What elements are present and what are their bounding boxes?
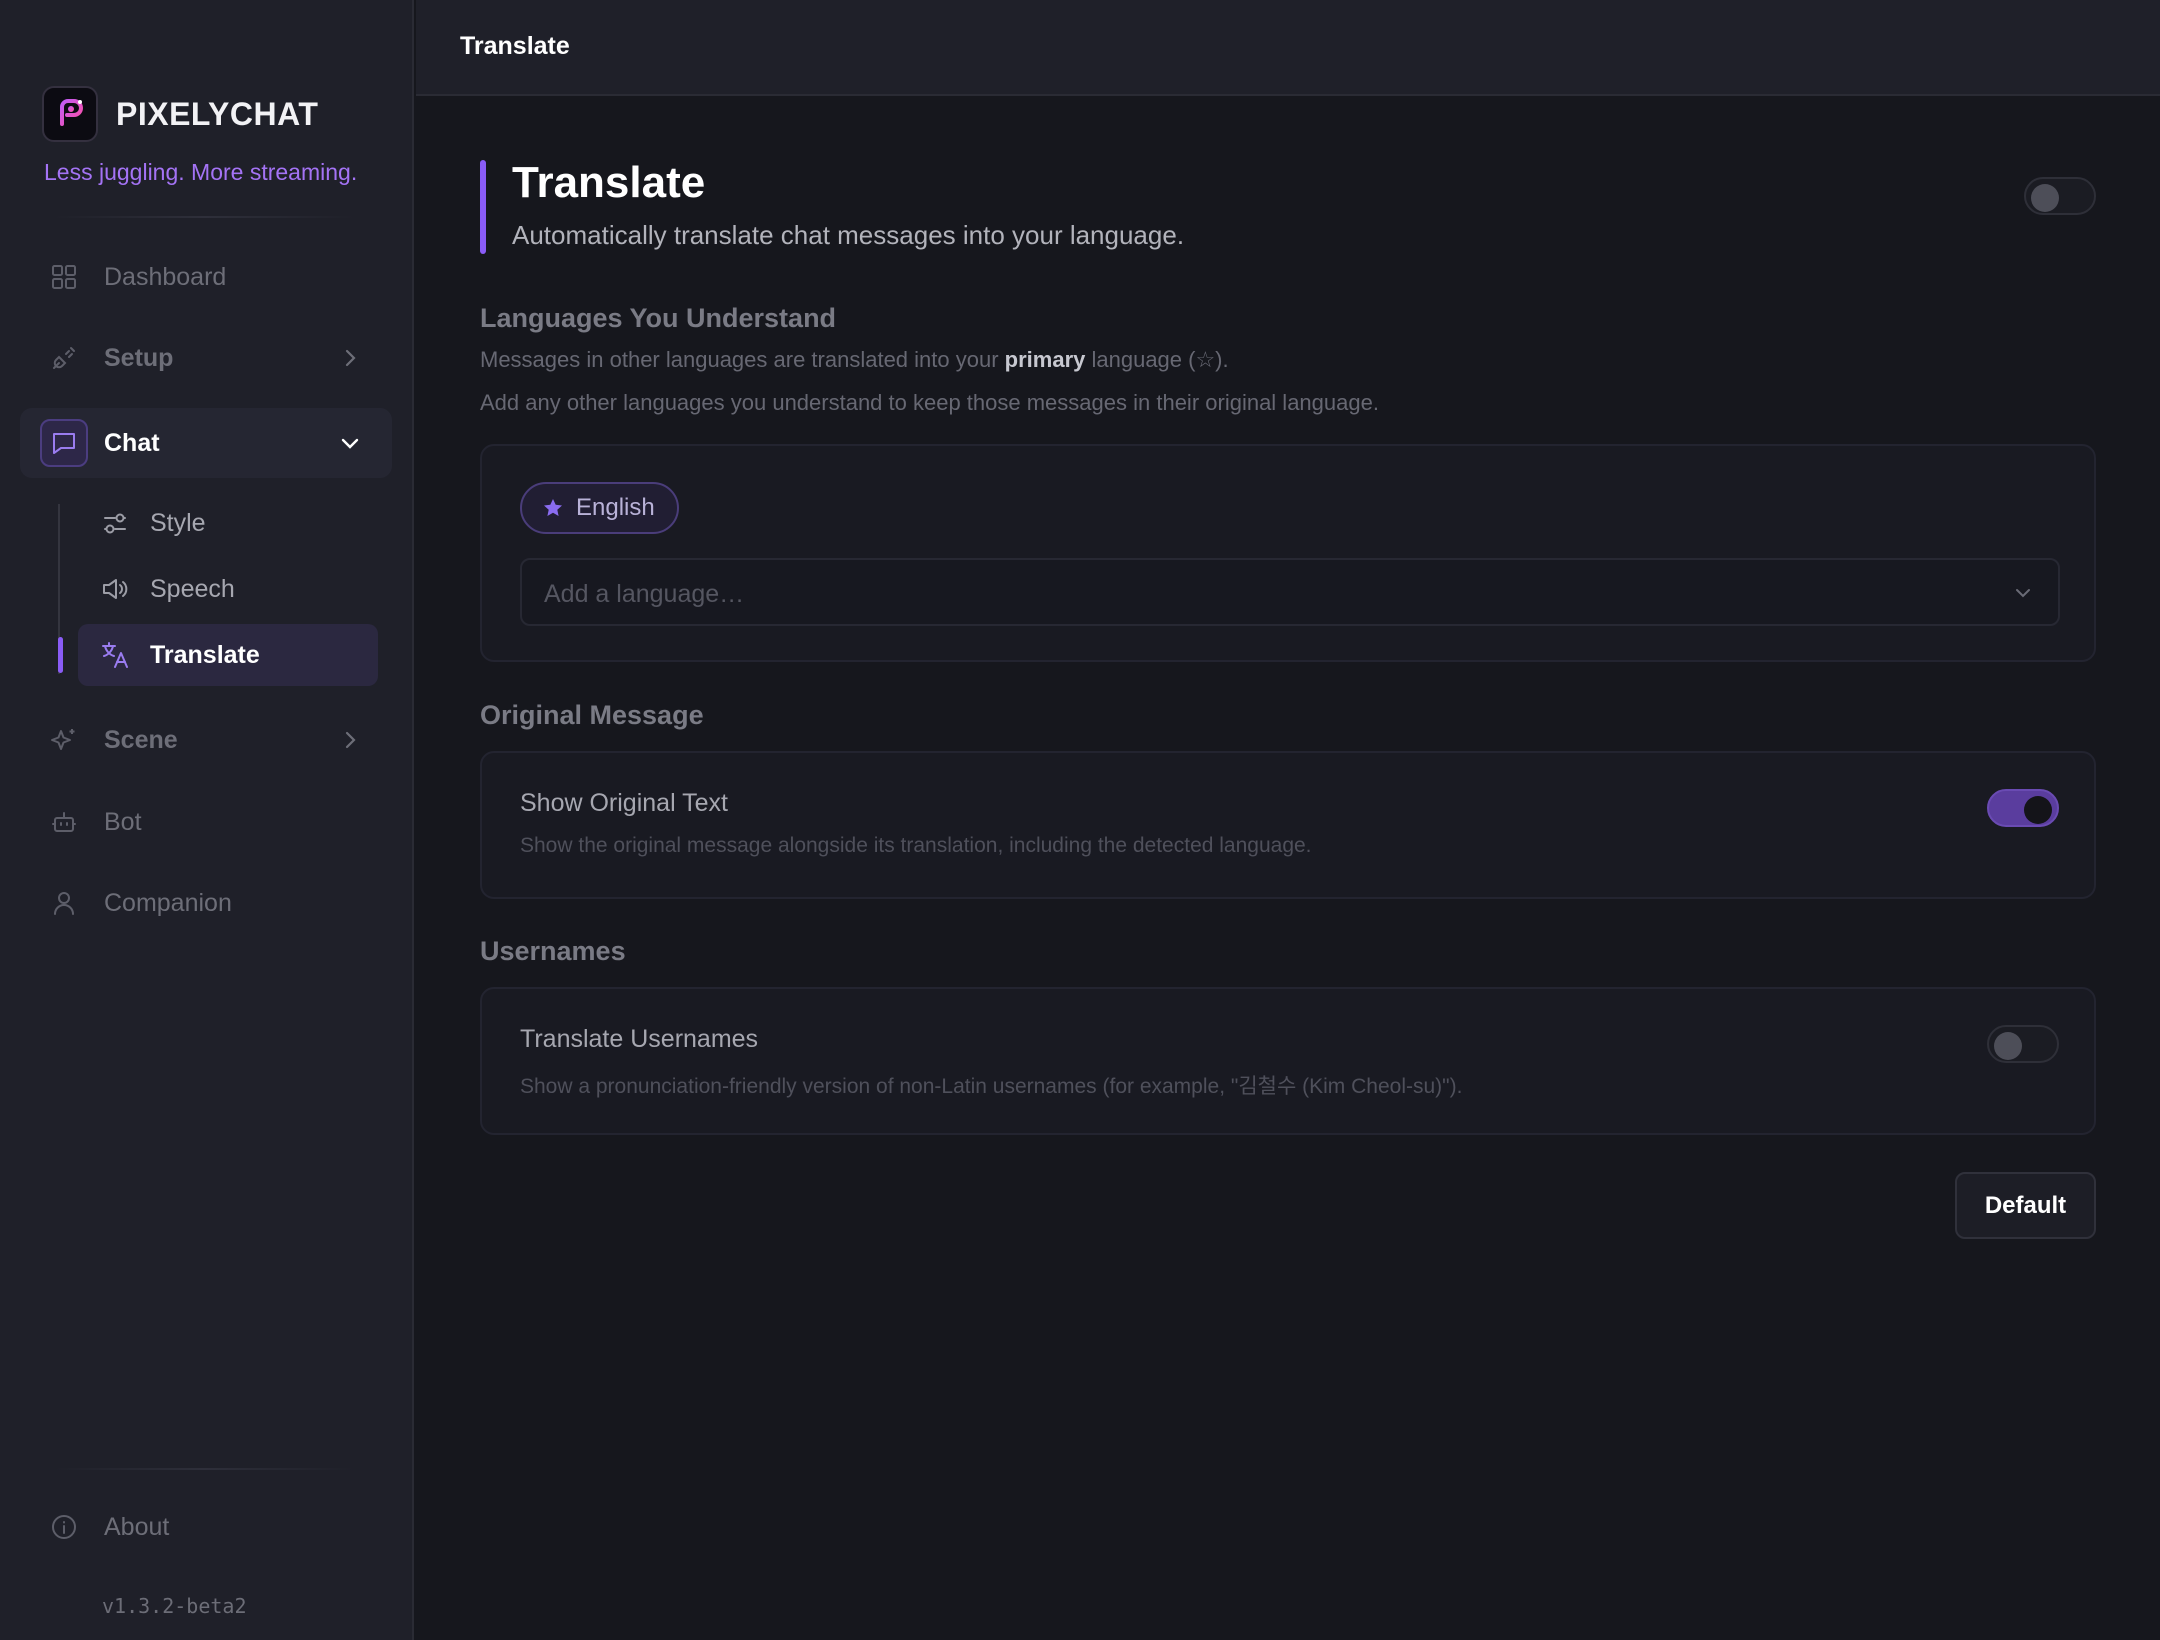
grid-icon: [48, 261, 80, 293]
sidebar-subitem-label: Translate: [150, 640, 260, 669]
sidebar-item-label: Chat: [104, 428, 160, 457]
brand: PIXELYCHAT: [42, 86, 318, 142]
sidebar-subitem-label: Style: [150, 508, 206, 537]
info-icon: [48, 1511, 80, 1543]
page-subtitle: Automatically translate chat messages in…: [512, 220, 1185, 250]
desc-text: language (☆).: [1085, 347, 1229, 372]
desc-text: Messages in other languages are translat…: [480, 347, 1005, 372]
sidebar-divider: [54, 216, 354, 218]
translate-usernames-label: Translate Usernames: [520, 1025, 759, 1053]
sparkle-icon: [48, 724, 80, 756]
language-chip-label: English: [576, 494, 655, 521]
toggle-knob: [2031, 184, 2059, 212]
language-chip-english[interactable]: English: [520, 482, 679, 534]
active-indicator: [58, 637, 63, 673]
sidebar-item-label: Companion: [104, 888, 232, 917]
sidebar-item-about[interactable]: About: [20, 1492, 392, 1562]
translate-usernames-desc: Show a pronunciation-friendly version of…: [520, 1075, 1463, 1098]
sidebar-subitem-translate[interactable]: Translate: [78, 624, 378, 686]
show-original-text-desc: Show the original message alongside its …: [520, 834, 1312, 857]
usernames-card: Translate Usernames Show a pronunciation…: [480, 987, 2096, 1135]
top-bar-title: Translate: [460, 32, 570, 60]
sidebar-subitem-label: Speech: [150, 574, 235, 603]
sidebar-subitem-speech[interactable]: Speech: [78, 558, 378, 620]
sidebar-item-companion[interactable]: Companion: [20, 868, 392, 938]
sidebar-item-label: About: [104, 1512, 170, 1541]
robot-icon: [48, 806, 80, 838]
sidebar-item-label: Setup: [104, 343, 174, 372]
sidebar-item-bot[interactable]: Bot: [20, 787, 392, 857]
sidebar: PIXELYCHAT Less juggling. More streaming…: [0, 0, 414, 1640]
app-tagline: Less juggling. More streaming.: [44, 159, 358, 185]
show-original-text-label: Show Original Text: [520, 789, 728, 817]
app-logo-icon: [42, 86, 98, 142]
app-name: PIXELYCHAT: [116, 95, 319, 132]
chevron-down-icon: [2012, 582, 2034, 604]
original-message-section-title: Original Message: [480, 700, 704, 730]
chevron-right-icon: [338, 346, 362, 370]
languages-section-title: Languages You Understand: [480, 303, 837, 333]
plug-icon: [48, 342, 80, 374]
default-button[interactable]: Default: [1955, 1172, 2096, 1239]
sidebar-divider: [54, 1468, 354, 1470]
sidebar-item-dashboard[interactable]: Dashboard: [20, 242, 392, 312]
languages-card: English Add a language…: [480, 444, 2096, 662]
speaker-icon: [100, 574, 130, 604]
chevron-down-icon: [338, 431, 362, 455]
languages-section-desc-2: Add any other languages you understand t…: [480, 390, 1379, 415]
chevron-right-icon: [338, 728, 362, 752]
sidebar-item-setup[interactable]: Setup: [20, 323, 392, 393]
usernames-section-title: Usernames: [480, 936, 626, 966]
sidebar-item-label: Bot: [104, 807, 142, 836]
add-language-placeholder: Add a language…: [544, 580, 745, 608]
header-accent-bar: [480, 160, 486, 254]
top-bar: Translate: [416, 0, 2160, 96]
app-version: v1.3.2-beta2: [102, 1594, 247, 1618]
toggle-knob: [1994, 1032, 2022, 1060]
show-original-text-toggle[interactable]: [1987, 789, 2059, 827]
add-language-select[interactable]: Add a language…: [520, 558, 2060, 626]
sidebar-item-label: Dashboard: [104, 262, 227, 291]
translate-icon: [100, 640, 130, 670]
star-icon: [542, 497, 564, 519]
chat-icon: [40, 419, 88, 467]
sidebar-subitem-style[interactable]: Style: [78, 492, 378, 554]
sidebar-item-chat[interactable]: Chat: [20, 408, 392, 478]
toggle-knob: [2024, 796, 2052, 824]
user-icon: [48, 887, 80, 919]
translate-usernames-toggle[interactable]: [1987, 1025, 2059, 1063]
original-message-card: Show Original Text Show the original mes…: [480, 751, 2096, 899]
translate-enable-toggle[interactable]: [2024, 177, 2096, 215]
desc-bold-text: primary: [1004, 347, 1086, 372]
sidebar-item-label: Scene: [104, 725, 178, 754]
page-title: Translate: [512, 158, 706, 207]
languages-section-desc: Messages in other languages are translat…: [480, 347, 1229, 373]
sidebar-item-scene[interactable]: Scene: [20, 705, 392, 775]
sliders-icon: [100, 508, 130, 538]
